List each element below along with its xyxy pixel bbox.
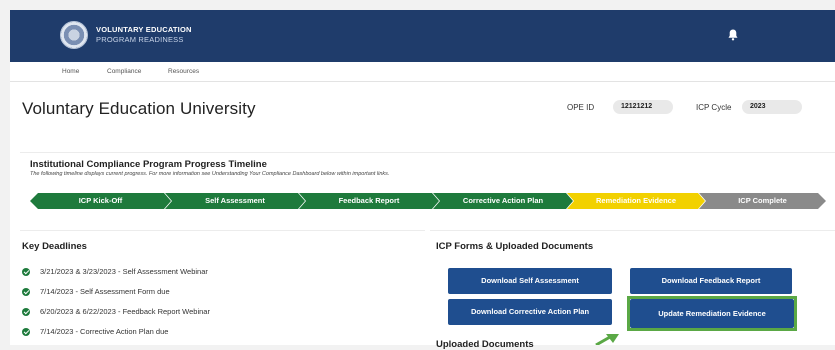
deadline-text: 7/14/2023 - Corrective Action Plan due [40,327,169,336]
timeline-step-feedback-report: Feedback Report [299,193,439,209]
timeline-step-corrective-action: Corrective Action Plan [433,193,573,209]
key-deadlines-title: Key Deadlines [22,241,87,252]
deadline-text: 7/14/2023 - Self Assessment Form due [40,287,170,296]
page-title: Voluntary Education University [22,99,256,118]
icp-cycle-value: 2023 [742,100,802,114]
download-self-assessment-button[interactable]: Download Self Assessment [448,268,612,294]
timeline-steps: ICP Kick-Off Self Assessment Feedback Re… [30,193,826,209]
download-corrective-action-plan-button[interactable]: Download Corrective Action Plan [448,299,612,325]
main-content: Voluntary Education University OPE ID 12… [10,82,835,350]
pointer-arrow-icon [595,334,619,345]
brand-title[interactable]: VOLUNTARY EDUCATION PROGRAM READINESS [96,25,192,45]
icp-cycle-label: ICP Cycle [696,103,732,112]
ope-id-label: OPE ID [567,103,595,112]
bell-icon[interactable] [726,28,740,42]
top-nav: Home Compliance Resources [10,62,835,82]
ope-id-value: 12121212 [613,100,673,114]
update-remediation-evidence-button[interactable]: Update Remediation Evidence [630,299,794,328]
brand-line-1: VOLUNTARY EDUCATION [96,25,192,34]
key-deadlines-card: Key Deadlines 3/21/2023 & 3/23/2023 - Se… [20,230,425,345]
check-circle-icon [22,308,30,316]
timeline-step-remediation: Remediation Evidence [567,193,705,209]
deadline-text: 6/20/2023 & 6/22/2023 - Feedback Report … [40,307,210,316]
deadline-text: 3/21/2023 & 3/23/2023 - Self Assessment … [40,267,208,276]
timeline-description: The following timeline displays current … [30,171,390,177]
timeline-step-self-assessment: Self Assessment [165,193,305,209]
timeline-step-kickoff: ICP Kick-Off [30,193,171,209]
nav-item-home[interactable]: Home [62,68,79,75]
icp-forms-card: ICP Forms & Uploaded Documents Download … [430,230,835,350]
timeline-title: Institutional Compliance Program Progres… [30,159,267,170]
brand-line-2: PROGRAM READINESS [96,35,184,44]
nav-item-compliance[interactable]: Compliance [107,68,141,75]
download-feedback-report-button[interactable]: Download Feedback Report [630,268,792,294]
check-circle-icon [22,328,30,336]
app-header: VOLUNTARY EDUCATION PROGRAM READINESS [10,10,835,62]
timeline-step-complete: ICP Complete [699,193,826,209]
check-circle-icon [22,268,30,276]
seal-logo-icon [60,21,88,49]
check-circle-icon [22,288,30,296]
icp-forms-title: ICP Forms & Uploaded Documents [436,241,594,252]
nav-item-resources[interactable]: Resources [168,68,199,75]
progress-timeline: Institutional Compliance Program Progres… [20,152,835,216]
